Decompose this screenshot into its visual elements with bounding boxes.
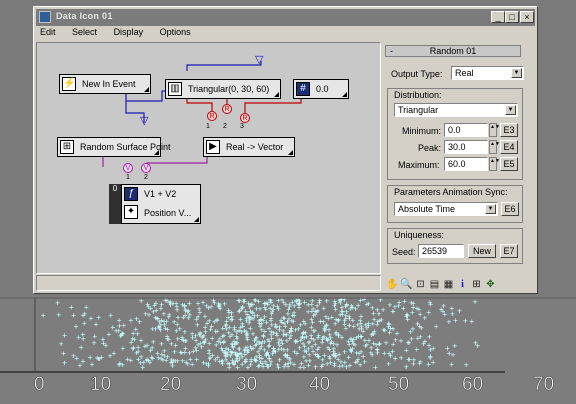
- axis-label-30: 30: [236, 374, 258, 396]
- axis-label-10: 10: [90, 374, 112, 396]
- viewport-grid-lines: [0, 297, 576, 373]
- axis-label-20: 20: [160, 374, 182, 396]
- axis-label-70: 70: [533, 374, 555, 396]
- axis-label-40: 40: [309, 374, 331, 396]
- axis-label-50: 50: [388, 374, 410, 396]
- axis-label-0: 0: [34, 374, 45, 396]
- axis-label-60: 60: [462, 374, 484, 396]
